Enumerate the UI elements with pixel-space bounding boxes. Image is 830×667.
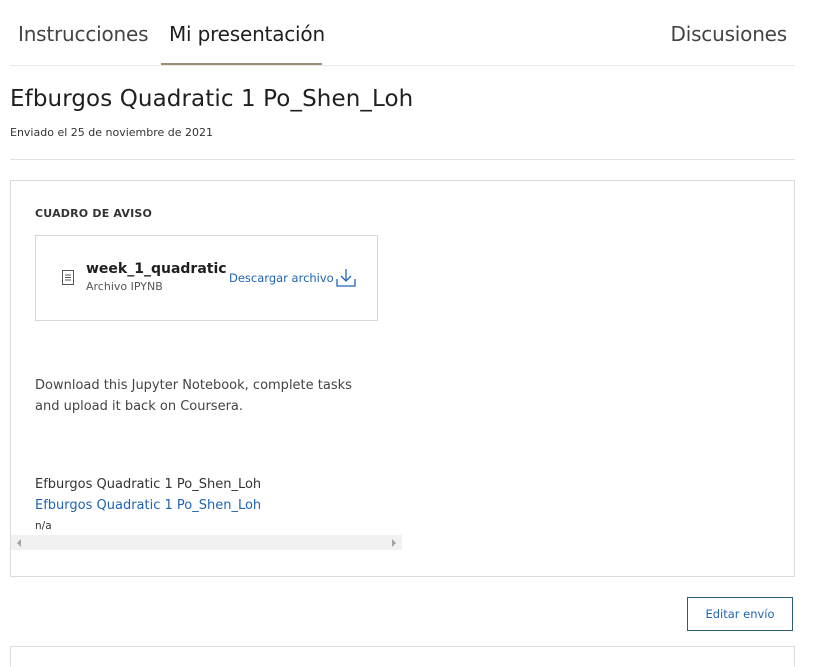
document-icon xyxy=(62,270,74,285)
file-type: Archivo IPYNB xyxy=(86,280,163,293)
submission-card: CUADRO DE AVISO week_1_quadratic Archivo… xyxy=(10,180,795,577)
download-icon xyxy=(336,269,356,287)
tab-bar: Instrucciones Mi presentación Discusione… xyxy=(10,0,795,66)
submission-text: Efburgos Quadratic 1 Po_Shen_Loh xyxy=(35,477,262,492)
active-tab-indicator xyxy=(161,63,322,65)
file-name: week_1_quadratic xyxy=(86,261,227,277)
download-file-link[interactable]: Descargar archivo xyxy=(229,267,357,289)
instructions-text: Download this Jupyter Notebook, complete… xyxy=(35,378,352,414)
edit-submission-button[interactable]: Editar envío xyxy=(687,597,793,631)
tab-instrucciones[interactable]: Instrucciones xyxy=(18,22,149,46)
horizontal-scrollbar[interactable] xyxy=(11,535,402,550)
file-attachment: week_1_quadratic Archivo IPYNB Descargar… xyxy=(35,235,378,321)
scrollable-content: Efburgos Quadratic 1 Po_Shen_Loh Efburgo… xyxy=(11,475,402,550)
scroll-left-icon[interactable] xyxy=(17,539,21,547)
scroll-right-icon[interactable] xyxy=(392,539,396,547)
next-card xyxy=(10,646,795,667)
edit-submission-label: Editar envío xyxy=(705,607,775,621)
section-heading: CUADRO DE AVISO xyxy=(35,207,153,220)
page-title: Efburgos Quadratic 1 Po_Shen_Loh xyxy=(10,86,414,112)
na-text: n/a xyxy=(35,520,52,532)
tab-discusiones[interactable]: Discusiones xyxy=(671,22,788,46)
divider xyxy=(10,159,795,160)
download-label: Descargar archivo xyxy=(229,271,334,285)
submission-link[interactable]: Efburgos Quadratic 1 Po_Shen_Loh xyxy=(35,498,261,513)
submission-date: Enviado el 25 de noviembre de 2021 xyxy=(10,126,214,139)
tab-mi-presentacion[interactable]: Mi presentación xyxy=(169,22,325,46)
